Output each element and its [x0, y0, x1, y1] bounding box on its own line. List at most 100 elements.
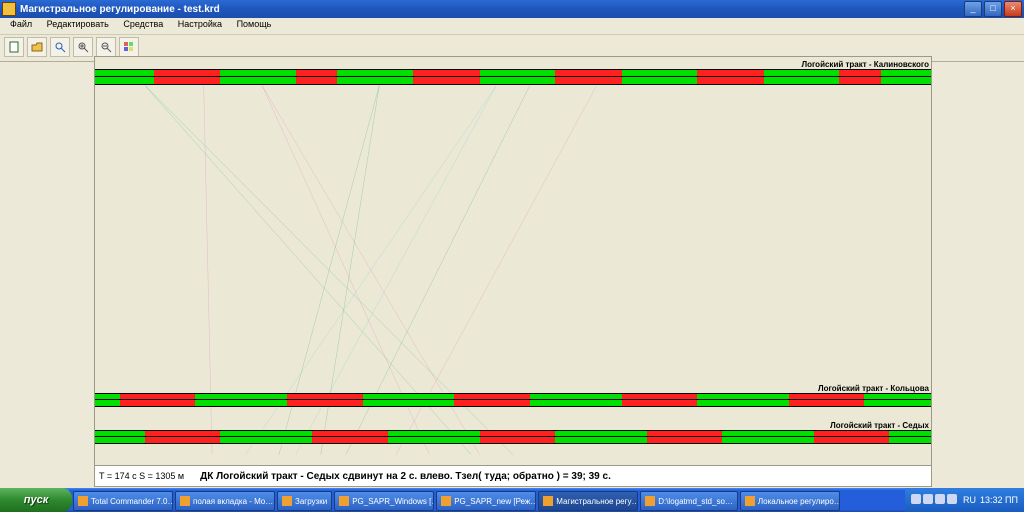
task-icon — [745, 496, 755, 506]
signal-row[interactable] — [95, 393, 931, 407]
start-button[interactable]: пуск — [0, 488, 72, 512]
task-icon — [282, 496, 292, 506]
signal-row[interactable] — [95, 430, 931, 444]
tray-time: 13:32 ПП — [980, 495, 1018, 505]
titlebar: Магистральное регулирование - test.krd _… — [0, 0, 1024, 18]
red-phase — [145, 431, 220, 443]
row-midline — [95, 399, 931, 400]
green-phase — [337, 70, 412, 84]
row-label: Логойский тракт - Калиновского — [801, 60, 929, 69]
red-phase — [697, 70, 764, 84]
red-phase — [480, 431, 555, 443]
menu-tools[interactable]: Средства — [117, 18, 169, 30]
row-midline — [95, 436, 931, 437]
signal-row[interactable] — [95, 69, 931, 85]
taskbar-item[interactable]: D:\logatmd_std_so… — [640, 491, 738, 511]
green-phase — [722, 431, 814, 443]
red-phase — [296, 70, 338, 84]
taskbar-item[interactable]: PG_SAPR_new [Реж… — [436, 491, 536, 511]
tb-grid[interactable] — [119, 37, 139, 57]
zoom-in-icon — [77, 41, 89, 53]
task-label: полая вкладка - Mo… — [193, 497, 273, 506]
task-label: PG_SAPR_new [Реж… — [454, 497, 536, 506]
red-phase — [814, 431, 889, 443]
menu-file[interactable]: Файл — [4, 18, 38, 30]
green-phase — [889, 431, 931, 443]
red-phase — [647, 431, 722, 443]
grid-icon — [123, 41, 135, 53]
task-label: Магистральное регу… — [556, 497, 638, 506]
red-phase — [287, 394, 362, 406]
taskbar-item[interactable]: Total Commander 7.0… — [73, 491, 173, 511]
task-label: PG_SAPR_Windows [… — [352, 497, 434, 506]
green-phase — [622, 70, 697, 84]
green-phase — [363, 394, 455, 406]
search-icon — [54, 41, 66, 53]
zoom-out-icon — [100, 41, 112, 53]
taskbar-item[interactable]: полая вкладка - Mo… — [175, 491, 275, 511]
window-buttons: _ □ × — [964, 1, 1022, 17]
green-phase — [881, 70, 931, 84]
task-label: Загрузки — [295, 497, 327, 506]
green-phase — [864, 394, 931, 406]
tb-open[interactable] — [27, 37, 47, 57]
tray-lang[interactable]: RU — [963, 495, 976, 505]
green-phase — [195, 394, 287, 406]
close-button[interactable]: × — [1004, 1, 1022, 17]
task-icon — [543, 496, 553, 506]
tb-find[interactable] — [50, 37, 70, 57]
status-bar: T = 174 c S = 1305 м ДК Логойский тракт … — [94, 465, 932, 487]
red-phase — [154, 70, 221, 84]
row-midline — [95, 76, 931, 77]
green-phase — [388, 431, 480, 443]
page-icon — [8, 41, 20, 53]
tb-new[interactable] — [4, 37, 24, 57]
taskbar-item[interactable]: Магистральное регу… — [538, 491, 638, 511]
menu-settings[interactable]: Настройка — [172, 18, 228, 30]
task-label: Total Commander 7.0… — [91, 497, 173, 506]
tb-zoom-out[interactable] — [96, 37, 116, 57]
maximize-button[interactable]: □ — [984, 1, 1002, 17]
green-phase — [95, 431, 145, 443]
green-phase — [220, 431, 312, 443]
status-main: ДК Логойский тракт - Седых сдвинут на 2 … — [200, 471, 611, 482]
green-phase — [764, 70, 839, 84]
task-label: D:\logatmd_std_so… — [658, 497, 733, 506]
red-phase — [413, 70, 480, 84]
taskbar-item[interactable]: PG_SAPR_Windows [… — [334, 491, 434, 511]
row-label: Логойский тракт - Кольцова — [818, 384, 929, 393]
green-phase — [530, 394, 622, 406]
task-icon — [441, 496, 451, 506]
system-tray[interactable]: RU 13:32 ПП — [905, 488, 1024, 512]
coordination-canvas[interactable]: Логойский тракт - Калиновского Логойский … — [95, 57, 931, 467]
red-phase — [555, 70, 622, 84]
green-phase — [480, 70, 555, 84]
green-phase — [220, 70, 295, 84]
app-icon — [2, 2, 16, 16]
taskbar-item[interactable]: Загрузки — [277, 491, 332, 511]
red-phase — [839, 70, 881, 84]
taskbar: пуск Total Commander 7.0… полая вкладка -… — [0, 488, 1024, 512]
task-icon — [645, 496, 655, 506]
task-icon — [78, 496, 88, 506]
red-phase — [120, 394, 195, 406]
tb-zoom-in[interactable] — [73, 37, 93, 57]
red-phase — [312, 431, 387, 443]
window-title: Магистральное регулирование - test.krd — [20, 4, 964, 15]
green-phase — [555, 431, 647, 443]
red-phase — [454, 394, 529, 406]
taskbar-item[interactable]: Локальное регулиро… — [740, 491, 840, 511]
green-phase — [95, 394, 120, 406]
menu-help[interactable]: Помощь — [231, 18, 278, 30]
task-label: Локальное регулиро… — [758, 497, 840, 506]
folder-icon — [31, 41, 43, 53]
menu-edit[interactable]: Редактировать — [41, 18, 115, 30]
green-phase — [697, 394, 789, 406]
work-area-border: Логойский тракт - Калиновского Логойский … — [94, 56, 932, 468]
status-left: T = 174 c S = 1305 м — [99, 471, 184, 481]
task-icon — [339, 496, 349, 506]
tray-icons — [911, 494, 959, 506]
menubar: Файл Редактировать Средства Настройка По… — [0, 18, 1024, 35]
minimize-button[interactable]: _ — [964, 1, 982, 17]
red-phase — [622, 394, 697, 406]
